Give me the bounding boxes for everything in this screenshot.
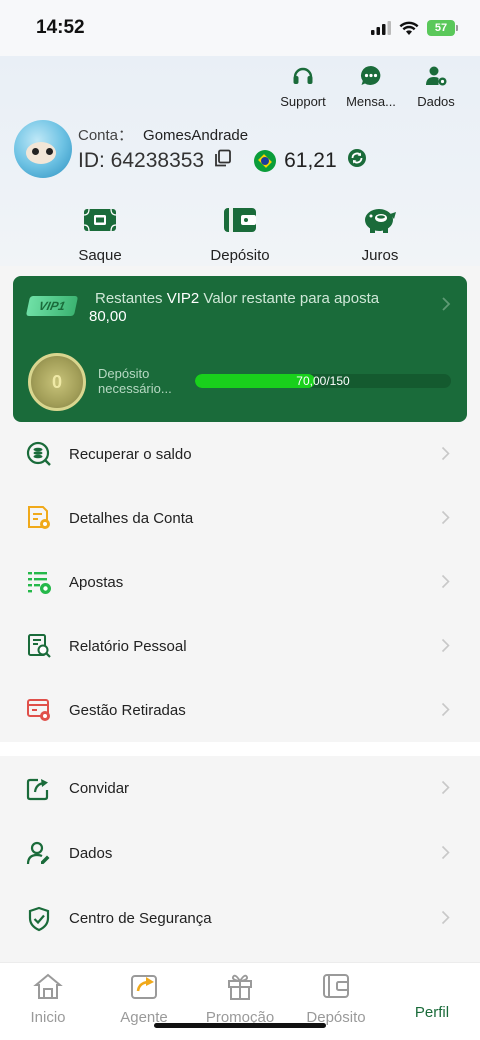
vip-card[interactable]: VIP1 Restantes VIP2 Valor restante para … (13, 276, 467, 422)
vip-progress-bar: 70,00/150 (195, 374, 451, 388)
home-icon (33, 972, 63, 1005)
bottom-tab-bar: Inicio Agente Promoção Depósito Perfil (0, 962, 480, 1040)
menu-label-relatorio-pessoal: Relatório Pessoal (69, 637, 187, 655)
user-id: ID: 64238353 (78, 149, 205, 172)
vip-title-suffix: Valor restante para aposta (203, 290, 380, 307)
tab-deposito[interactable]: Depósito (288, 963, 384, 1040)
avatar[interactable] (14, 120, 72, 178)
user-settings-icon (424, 64, 448, 88)
support-button[interactable]: Support (274, 64, 332, 109)
vip-coin-icon: 0 (28, 353, 86, 411)
chevron-right-icon (441, 702, 450, 722)
battery-icon: 57 (427, 20, 458, 36)
saque-button[interactable]: Saque (40, 206, 160, 264)
menu-divider (0, 742, 480, 756)
menu-item-centro-seguranca[interactable]: Centro de Segurança (0, 886, 480, 951)
withdraw-icon (83, 206, 117, 239)
menu-label-centro-seguranca: Centro de Segurança (69, 910, 212, 927)
wallet-icon (223, 206, 257, 239)
home-indicator (154, 1023, 326, 1028)
vip-title: Restantes VIP2 Valor restante para apost… (95, 290, 379, 307)
username: GomesAndrade (143, 127, 249, 144)
user-edit-icon (26, 841, 52, 867)
menu-item-relatorio-pessoal[interactable]: Relatório Pessoal (0, 614, 480, 678)
vip-remaining-amount: 80,00 (89, 308, 127, 325)
menu-label-dados: Dados (69, 845, 113, 862)
vip-progress-text: 70,00/150 (296, 374, 350, 388)
dados-button[interactable]: Dados (410, 64, 462, 109)
tab-inicio[interactable]: Inicio (0, 963, 96, 1040)
profile-header: Support Mensa... Dados Conta： GomesAndrad… (0, 56, 480, 266)
deposit-required-label: Depósito necessário... (98, 366, 172, 396)
deposito-button[interactable]: Depósito (180, 206, 300, 264)
battery-level: 57 (427, 20, 455, 36)
saque-label: Saque (78, 247, 122, 264)
id-line: ID: 64238353 61,21 (78, 148, 367, 174)
menu-item-apostas[interactable]: Apostas (0, 550, 480, 614)
bets-icon (26, 569, 52, 595)
status-time: 14:52 (36, 17, 85, 38)
report-icon (26, 633, 52, 659)
account-label: Conta： (78, 127, 134, 144)
message-icon (359, 64, 383, 88)
vip-coin-value: 0 (51, 371, 62, 392)
chevron-right-icon (441, 910, 450, 930)
invite-icon (26, 776, 52, 802)
secondary-menu: Convidar Dados Centro de Segurança (0, 756, 480, 951)
balance-value: 61,21 (284, 149, 337, 172)
primary-menu: Recuperar o saldo Detalhes da Conta Apos… (0, 422, 480, 742)
wifi-icon (399, 21, 419, 35)
menu-item-convidar[interactable]: Convidar (0, 756, 480, 821)
agent-icon (129, 972, 159, 1005)
withdraw-management-icon (26, 697, 52, 723)
header-actions: Support Mensa... Dados (274, 64, 462, 109)
dados-label: Dados (417, 94, 455, 109)
recover-balance-icon (26, 441, 52, 467)
headset-icon (291, 64, 315, 88)
juros-button[interactable]: Juros (320, 206, 440, 264)
vip-title-prefix: Restantes (95, 290, 163, 307)
tab-label-inicio: Inicio (30, 1009, 66, 1026)
menu-item-recuperar-saldo[interactable]: Recuperar o saldo (0, 422, 480, 486)
chevron-right-icon (441, 510, 450, 530)
vip-badge: VIP1 (25, 296, 79, 316)
tab-agente[interactable]: Agente (96, 963, 192, 1040)
tab-promocao[interactable]: Promoção (192, 963, 288, 1040)
status-bar: 14:52 57 (0, 0, 480, 56)
vip-next-level: VIP2 (166, 290, 200, 307)
juros-label: Juros (361, 247, 399, 264)
copy-icon[interactable] (214, 149, 232, 173)
quick-actions: Saque Depósito Juros (0, 206, 480, 264)
chevron-right-icon (441, 446, 450, 466)
chevron-right-icon (441, 574, 450, 594)
chevron-right-icon (441, 845, 450, 865)
account-details-icon (26, 505, 52, 531)
messages-button[interactable]: Mensa... (342, 64, 400, 109)
menu-item-dados[interactable]: Dados (0, 821, 480, 886)
menu-label-apostas: Apostas (69, 573, 124, 591)
support-label: Support (280, 94, 326, 109)
vip-chevron-right-icon[interactable] (441, 296, 451, 317)
deposit-icon (321, 972, 351, 1005)
chevron-right-icon (441, 780, 450, 800)
piggy-bank-icon (362, 206, 398, 239)
tab-perfil[interactable]: Perfil (384, 963, 480, 1040)
messages-label: Mensa... (346, 94, 396, 109)
signal-icon (371, 21, 391, 35)
menu-label-detalhes-conta: Detalhes da Conta (69, 509, 194, 527)
menu-label-gestao-retiradas: Gestão Retiradas (69, 701, 186, 719)
menu-label-convidar: Convidar (69, 780, 130, 797)
menu-label-recuperar-saldo: Recuperar o saldo (69, 445, 192, 463)
account-line: Conta： GomesAndrade (78, 124, 248, 145)
deposito-label: Depósito (210, 247, 270, 264)
gift-icon (225, 972, 255, 1005)
menu-item-detalhes-conta[interactable]: Detalhes da Conta (0, 486, 480, 550)
brazil-flag-icon (254, 150, 277, 172)
shield-icon (26, 906, 52, 932)
status-icons: 57 (371, 20, 458, 36)
menu-item-gestao-retiradas[interactable]: Gestão Retiradas (0, 678, 480, 742)
tab-label-perfil: Perfil (414, 1004, 450, 1021)
refresh-icon[interactable] (347, 148, 367, 174)
chevron-right-icon (441, 638, 450, 658)
